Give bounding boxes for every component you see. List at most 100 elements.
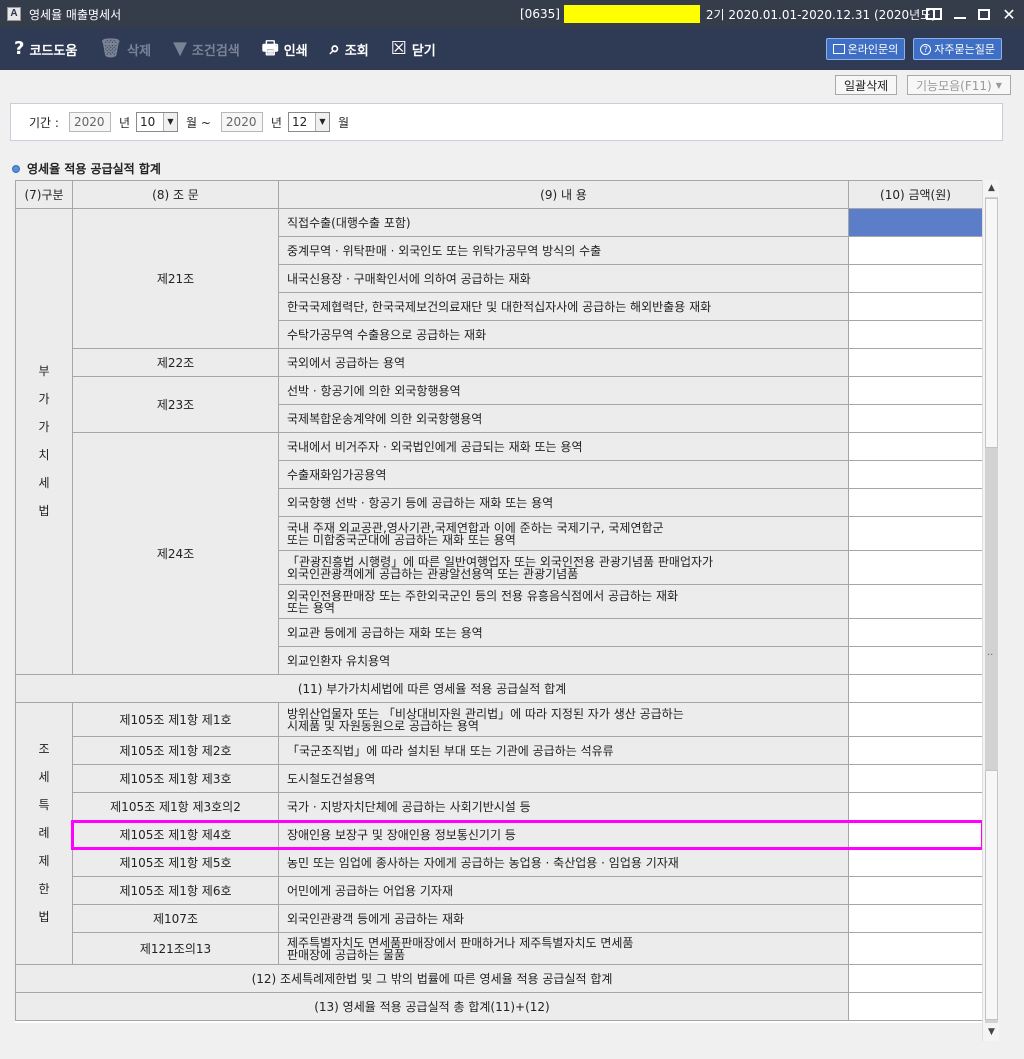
minimize-icon[interactable] — [954, 17, 966, 19]
app-icon: A — [7, 7, 21, 21]
table-row: 제23조 선박 · 항공기에 의한 외국항행용역 — [16, 376, 983, 433]
amount-cell[interactable] — [848, 820, 983, 849]
table-row: 제121조의13 제주특별자치도 면세품판매장에서 판매하거나 제주특별자치도 … — [16, 932, 983, 965]
window-controls: ✕ — [926, 0, 1016, 28]
amount-cell[interactable] — [848, 292, 983, 321]
amount-cell[interactable] — [848, 932, 983, 965]
code-help-button[interactable]: ? 코드도움 — [14, 34, 77, 64]
amount-cell[interactable] — [848, 376, 983, 405]
group-label-char: 법 — [38, 504, 50, 518]
amount-cell[interactable] — [848, 792, 983, 821]
sub-toolbar: 일괄삭제 기능모음(F11) ▼ — [0, 70, 1024, 100]
content-line-2: 또는 용역 — [287, 600, 335, 615]
to-month-select[interactable]: 12 ▼ — [287, 112, 330, 132]
printer-icon: 🖶 — [261, 38, 279, 59]
scroll-up-icon[interactable]: ▲ — [983, 180, 1000, 197]
content-cell: 국가 · 지방자치단체에 공급하는 사회기반시설 등 — [278, 792, 849, 821]
article-cell: 제105조 제1항 제2호 — [72, 736, 279, 765]
company-code: [0635] — [520, 7, 560, 21]
amount-cell[interactable] — [848, 876, 983, 905]
content-cell: 국제복합운송계약에 의한 외국항행용역 — [278, 404, 849, 433]
table-row: 제105조 제1항 제5호 농민 또는 임업에 종사하는 자에게 공급하는 농업… — [16, 848, 983, 877]
period-label: 기간 : — [29, 115, 59, 130]
amount-cell[interactable] — [848, 848, 983, 877]
amount-cell[interactable] — [848, 236, 983, 265]
window-title: 영세율 매출명세서 — [29, 7, 122, 22]
amount-cell[interactable] — [848, 320, 983, 349]
content-cell: 「관광진흥법 시행령」에 따른 일반여행업자 또는 외국인전용 관광기념품 판매… — [278, 550, 849, 585]
from-year-input[interactable]: 2020 — [68, 112, 111, 132]
content-line-2: 판매장에 공급하는 물품 — [287, 947, 406, 962]
article-cell: 제105조 제1항 제6호 — [72, 876, 279, 905]
group-label-char: 조 — [38, 742, 50, 756]
table-row: 조세특례제한법 제105조 제1항 제1호 방위산업물자 또는 「비상대비자원 … — [15, 702, 983, 965]
chevron-down-icon: ▼ — [995, 80, 1002, 90]
amount-cell[interactable] — [848, 764, 983, 793]
table-row: 제105조 제1항 제6호 어민에게 공급하는 어업용 기자재 — [16, 876, 983, 905]
amount-cell[interactable] — [848, 618, 983, 647]
amount-cell[interactable] — [848, 550, 983, 585]
from-month-value: 10 — [140, 115, 156, 129]
amount-cell[interactable] — [848, 432, 983, 461]
print-button[interactable]: 🖶 인쇄 — [262, 34, 308, 64]
search-filter-button[interactable]: ▼ 조건검색 — [173, 34, 240, 64]
bulk-delete-button[interactable]: 일괄삭제 — [835, 75, 898, 95]
table-row-highlighted: 제105조 제1항 제4호 장애인용 보장구 및 장애인용 정보통신기기 등 — [16, 820, 983, 849]
scroll-thumb-lower[interactable] — [985, 770, 998, 1020]
amount-cell[interactable] — [848, 348, 983, 377]
close-icon[interactable]: ✕ — [1002, 5, 1016, 24]
functions-label: 기능모음(F11) — [916, 78, 992, 93]
bullet-icon — [12, 164, 20, 173]
amount-cell[interactable] — [848, 702, 983, 737]
article-cell: 제121조의13 — [72, 932, 279, 965]
amount-cell[interactable] — [848, 584, 983, 619]
question-icon: ? — [14, 38, 25, 59]
article-cell: 제22조 — [72, 348, 279, 377]
amount-cell[interactable] — [848, 516, 983, 551]
book-icon[interactable] — [926, 8, 942, 20]
amount-cell[interactable] — [848, 208, 983, 237]
month-unit: 월 — [337, 115, 350, 130]
amount-cell[interactable] — [848, 264, 983, 293]
zero-rate-grid: (7)구분 (8) 조 문 (9) 내 용 (10) 금액(원) 부가가치세법 … — [15, 180, 983, 1023]
maximize-icon[interactable] — [978, 8, 990, 20]
content-cell: 외국인전용판매장 또는 주한외국군인 등의 전용 유흥음식점에서 공급하는 재화… — [278, 584, 849, 619]
article-cell: 제23조 — [72, 376, 279, 433]
content-cell: 내국신용장 · 구매확인서에 의하여 공급하는 재화 — [278, 264, 849, 293]
amount-cell[interactable] — [848, 646, 983, 675]
year-unit: 년 — [118, 115, 130, 130]
amount-cell[interactable] — [848, 488, 983, 517]
delete-button[interactable]: 🗑 삭제 — [99, 34, 151, 64]
to-year-input[interactable]: 2020 — [220, 112, 263, 132]
functions-dropdown[interactable]: 기능모음(F11) ▼ — [907, 75, 1011, 95]
faq-button[interactable]: ? 자주묻는질문 — [913, 38, 1002, 60]
close-button[interactable]: ☒ 닫기 — [391, 34, 436, 64]
content-line-2: 시제품 및 자원동원으로 공급하는 용역 — [287, 718, 479, 733]
magnifier-icon: ⌕ — [329, 38, 340, 59]
amount-cell[interactable] — [848, 460, 983, 489]
online-inquiry-button[interactable]: 온라인문의 — [825, 38, 906, 60]
help-circle-icon: ? — [920, 43, 932, 55]
view-button[interactable]: ⌕ 조회 — [330, 34, 369, 64]
amount-cell[interactable] — [848, 404, 983, 433]
group-label-char: 세 — [38, 770, 50, 784]
header-amount: (10) 금액(원) — [848, 180, 983, 209]
scroll-down-icon[interactable]: ▼ — [983, 1024, 1000, 1041]
content-line-1: 「관광진흥법 시행령」에 따른 일반여행업자 또는 외국인전용 관광기념품 판매… — [287, 554, 714, 569]
amount-cell[interactable] — [848, 736, 983, 765]
content-cell: 외국인관광객 등에게 공급하는 재화 — [278, 904, 849, 933]
content-cell: 제주특별자치도 면세품판매장에서 판매하거나 제주특별자치도 면세품 판매장에 … — [278, 932, 849, 965]
article-cell: 제105조 제1항 제5호 — [72, 848, 279, 877]
vertical-scrollbar[interactable]: ▲ ·· ▼ — [982, 180, 999, 1041]
amount-cell[interactable] — [848, 964, 983, 993]
table-row: 제24조 국내에서 비거주자 · 외국법인에게 공급되는 재화 또는 용역 — [16, 432, 983, 675]
content-cell: 국내 주재 외교공관,영사기관,국제연합과 이에 준하는 국제기구, 국제연합군… — [278, 516, 849, 551]
amount-cell[interactable] — [848, 904, 983, 933]
amount-cell[interactable] — [848, 674, 983, 703]
article-cell: 제105조 제1항 제1호 — [72, 702, 279, 737]
amount-cell[interactable] — [848, 992, 983, 1021]
content-cell: 한국국제협력단, 한국국제보건의료재단 및 대한적십자사에 공급하는 해외반출용… — [278, 292, 849, 321]
scroll-thumb[interactable] — [985, 198, 998, 448]
chevron-down-icon: ▼ — [314, 113, 329, 131]
from-month-select[interactable]: 10 ▼ — [136, 112, 178, 132]
